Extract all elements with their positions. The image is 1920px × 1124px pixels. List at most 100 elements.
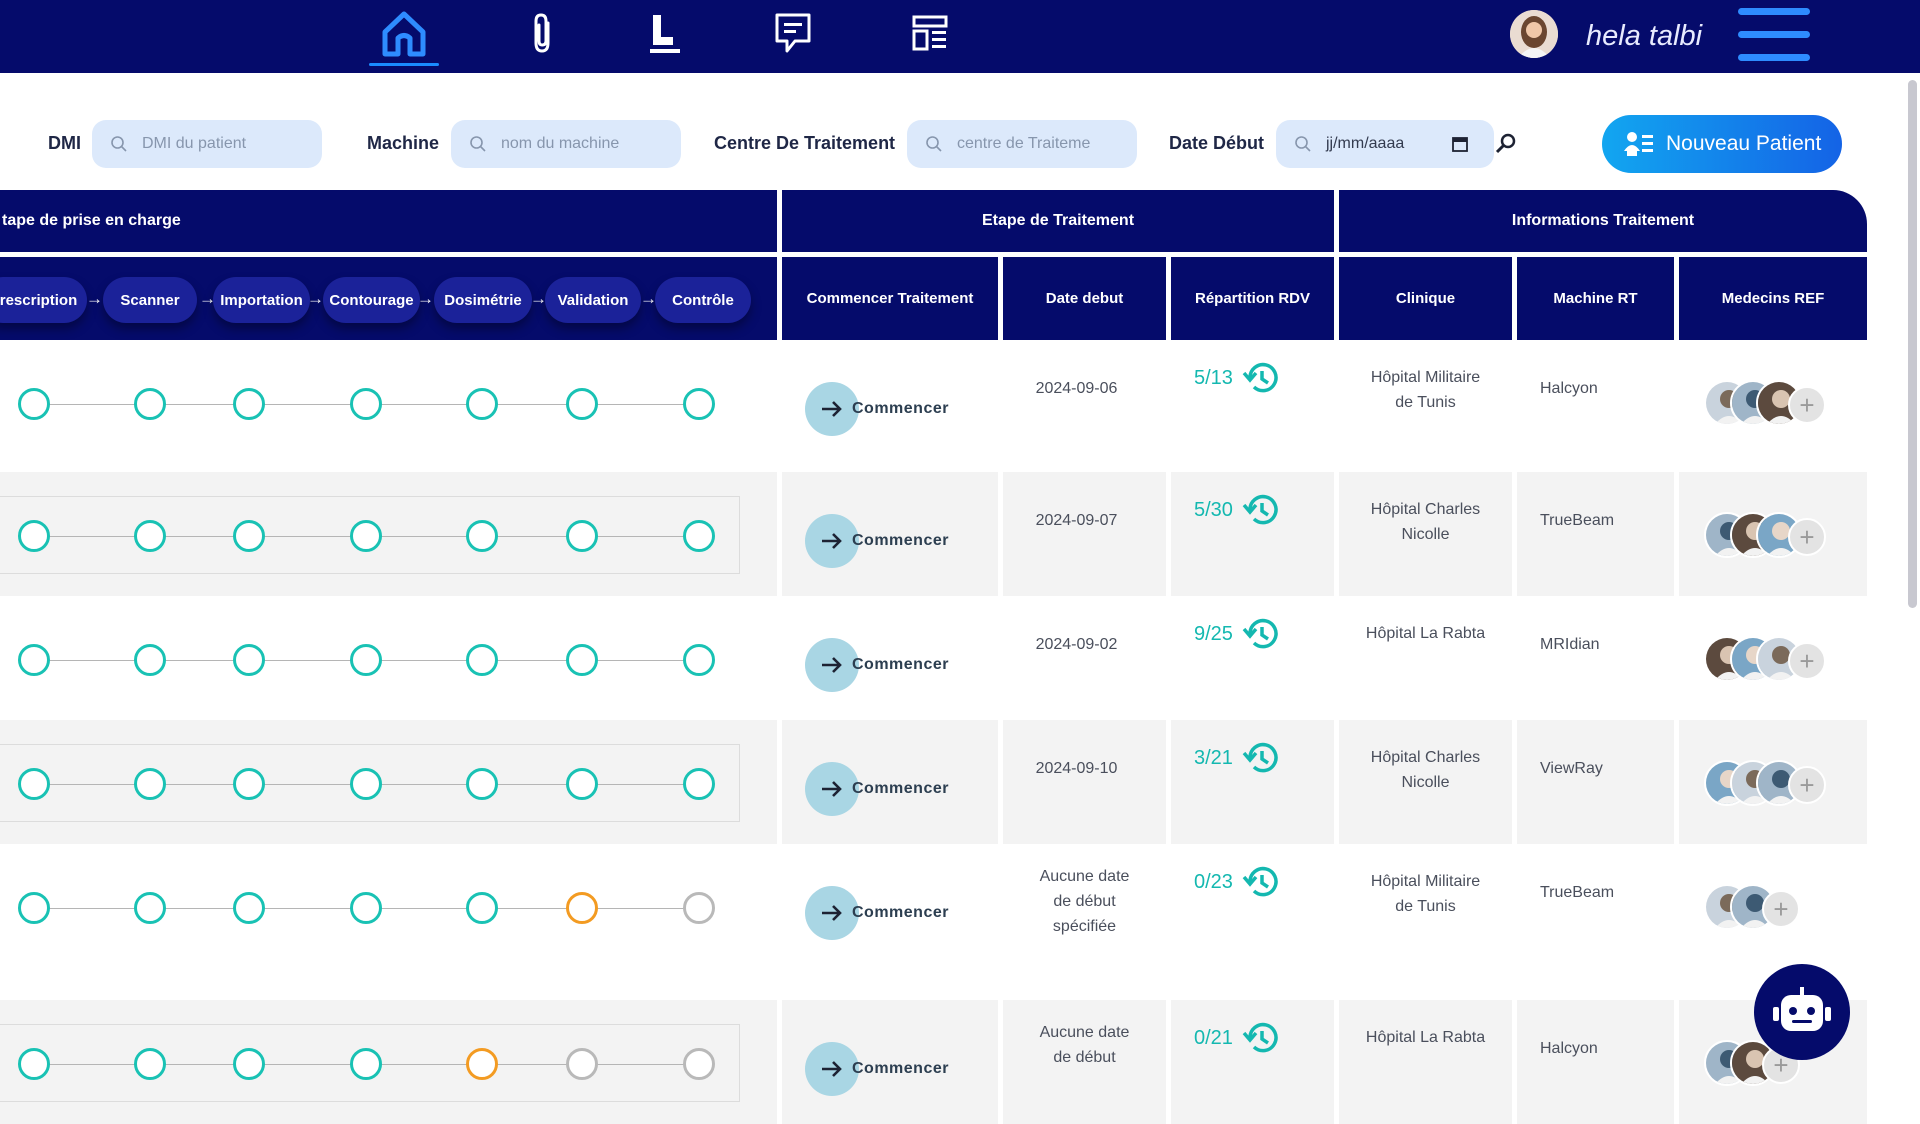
machine-search-input[interactable]: nom du machine: [451, 120, 681, 168]
step-status-0[interactable]: [18, 644, 50, 676]
centre-search-input[interactable]: centre de Traiteme: [907, 120, 1137, 168]
step-status-0[interactable]: [18, 520, 50, 552]
step-status-6[interactable]: [683, 768, 715, 800]
history-icon[interactable]: [1241, 740, 1281, 776]
step-status-5[interactable]: [566, 892, 598, 924]
step-status-1[interactable]: [134, 388, 166, 420]
commencer-button[interactable]: Commencer: [805, 638, 949, 692]
avatar[interactable]: [1510, 10, 1558, 58]
repartition-rdv[interactable]: 9/25: [1194, 616, 1281, 652]
step-status-2[interactable]: [233, 520, 265, 552]
step-status-1[interactable]: [134, 768, 166, 800]
commencer-button[interactable]: Commencer: [805, 1042, 949, 1096]
step-status-2[interactable]: [233, 892, 265, 924]
chart-icon: [650, 15, 680, 53]
step-status-3[interactable]: [350, 1048, 382, 1080]
step-status-3[interactable]: [350, 892, 382, 924]
machine-label: Machine: [367, 133, 440, 153]
step-status-0[interactable]: [18, 768, 50, 800]
step-status-4[interactable]: [466, 644, 498, 676]
repartition-rdv[interactable]: 5/30: [1194, 492, 1281, 528]
centre-placeholder: centre de Traiteme: [957, 135, 1091, 152]
step-header-2: Importation: [213, 277, 310, 323]
step-status-4[interactable]: [466, 892, 498, 924]
hamburger-menu-button[interactable]: [1738, 8, 1812, 62]
step-status-5[interactable]: [566, 388, 598, 420]
date-debut-line: de début: [1053, 1049, 1116, 1066]
nav-home[interactable]: [367, 0, 441, 66]
new-patient-button[interactable]: Nouveau Patient: [1602, 115, 1842, 173]
search-icon: [1295, 136, 1311, 152]
step-status-6[interactable]: [683, 520, 715, 552]
step-status-0[interactable]: [18, 388, 50, 420]
search-submit-icon[interactable]: [1494, 132, 1518, 156]
nav-attachments[interactable]: [505, 0, 579, 66]
step-status-3[interactable]: [350, 644, 382, 676]
group-header-traitement: Etape de Traitement: [782, 190, 1334, 252]
nav-statistics[interactable]: [628, 0, 702, 66]
step-status-1[interactable]: [134, 644, 166, 676]
step-status-5[interactable]: [566, 520, 598, 552]
repartition-rdv[interactable]: 0/23: [1194, 864, 1281, 900]
history-icon[interactable]: [1241, 492, 1281, 528]
repartition-rdv[interactable]: 5/13: [1194, 360, 1281, 396]
add-doctor-button[interactable]: +: [1762, 890, 1800, 928]
step-status-4[interactable]: [466, 1048, 498, 1080]
step-status-2[interactable]: [233, 644, 265, 676]
user-name: hela talbi: [1586, 20, 1703, 52]
col-machine: Machine RT: [1517, 257, 1674, 340]
step-status-2[interactable]: [233, 388, 265, 420]
step-status-6[interactable]: [683, 644, 715, 676]
start-circle: [805, 382, 859, 436]
layout-icon: [912, 15, 948, 51]
step-status-5[interactable]: [566, 768, 598, 800]
history-icon[interactable]: [1241, 864, 1281, 900]
nav-messages[interactable]: [756, 0, 830, 66]
calendar-icon[interactable]: [1451, 135, 1469, 153]
dmi-search-input[interactable]: DMI du patient: [92, 120, 322, 168]
commencer-button[interactable]: Commencer: [805, 886, 949, 940]
step-status-4[interactable]: [466, 388, 498, 420]
machine-placeholder: nom du machine: [501, 135, 620, 152]
add-doctor-button[interactable]: +: [1788, 642, 1826, 680]
history-icon[interactable]: [1241, 360, 1281, 396]
step-status-1[interactable]: [134, 520, 166, 552]
step-status-0[interactable]: [18, 892, 50, 924]
date-start-input[interactable]: jj/mm/aaaa: [1276, 120, 1494, 168]
step-status-1[interactable]: [134, 892, 166, 924]
scrollbar[interactable]: [1908, 80, 1917, 608]
add-doctor-button[interactable]: +: [1788, 766, 1826, 804]
step-status-3[interactable]: [350, 520, 382, 552]
add-doctor-button[interactable]: +: [1788, 518, 1826, 556]
step-status-3[interactable]: [350, 768, 382, 800]
step-header-3: Contourage: [323, 277, 420, 323]
step-status-6[interactable]: [683, 892, 715, 924]
step-status-6[interactable]: [683, 1048, 715, 1080]
col-commencer: Commencer Traitement: [782, 257, 998, 340]
commencer-button[interactable]: Commencer: [805, 514, 949, 568]
step-status-4[interactable]: [466, 520, 498, 552]
repartition-rdv[interactable]: 0/21: [1194, 1020, 1281, 1056]
step-status-2[interactable]: [233, 1048, 265, 1080]
clinique-line: Hôpital Charles: [1370, 501, 1481, 518]
step-status-3[interactable]: [350, 388, 382, 420]
step-status-6[interactable]: [683, 388, 715, 420]
add-doctor-button[interactable]: +: [1788, 386, 1826, 424]
col-clinique: Clinique: [1339, 257, 1512, 340]
commencer-button[interactable]: Commencer: [805, 762, 949, 816]
step-status-5[interactable]: [566, 644, 598, 676]
start-circle: [805, 886, 859, 940]
history-icon[interactable]: [1241, 616, 1281, 652]
step-status-5[interactable]: [566, 1048, 598, 1080]
step-status-0[interactable]: [18, 1048, 50, 1080]
step-status-1[interactable]: [134, 1048, 166, 1080]
step-status-4[interactable]: [466, 768, 498, 800]
step-status-2[interactable]: [233, 768, 265, 800]
history-icon[interactable]: [1241, 1020, 1281, 1056]
repartition-rdv[interactable]: 3/21: [1194, 740, 1281, 776]
rdv-value: 0/23: [1194, 870, 1233, 893]
commencer-button[interactable]: Commencer: [805, 382, 949, 436]
chatbot-button[interactable]: [1754, 964, 1850, 1060]
nav-dashboard[interactable]: [893, 0, 967, 66]
clinique-line: Hôpital Charles: [1370, 749, 1481, 766]
